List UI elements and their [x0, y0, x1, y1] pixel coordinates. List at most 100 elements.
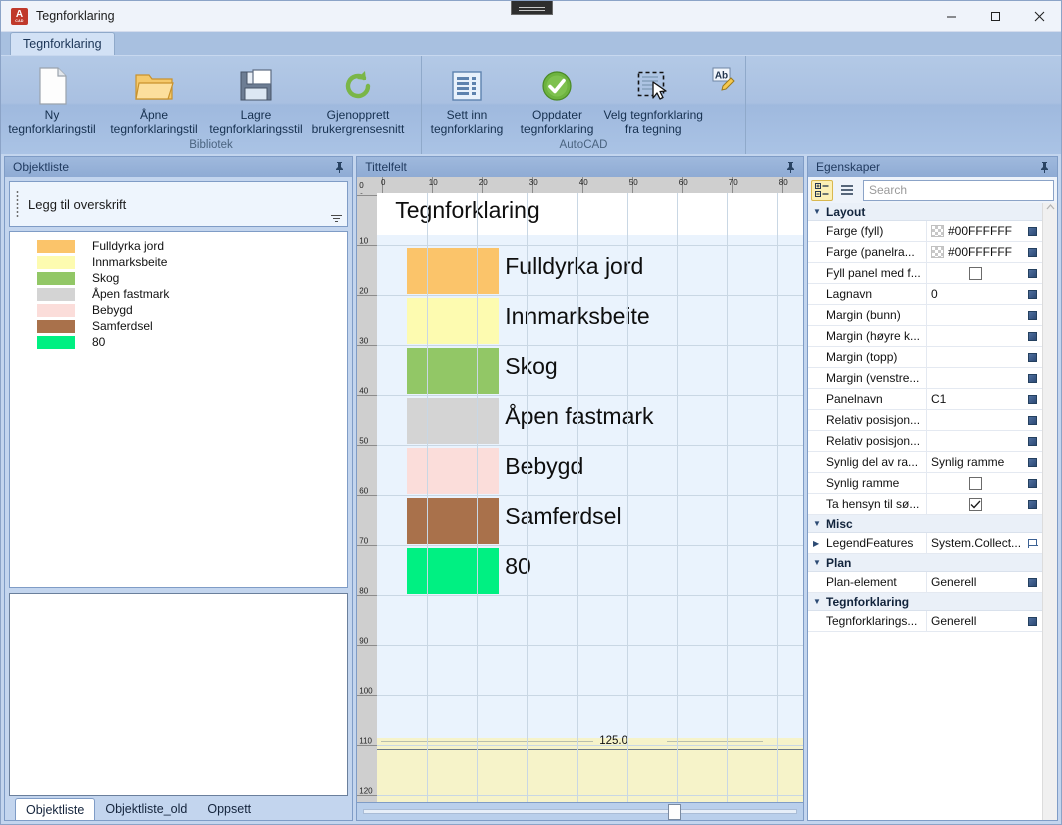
table-row[interactable]: Plan-element Generell: [808, 571, 1042, 593]
table-row[interactable]: Synlig ramme: [808, 472, 1042, 494]
property-editor-button[interactable]: [1023, 410, 1042, 431]
close-button[interactable]: [1017, 1, 1061, 32]
property-category-tegnforklaring[interactable]: ▼ Tegnforklaring: [808, 593, 1042, 611]
property-editor-button[interactable]: [1023, 242, 1042, 263]
slider-track[interactable]: [363, 809, 797, 814]
property-value[interactable]: [926, 493, 1023, 515]
legend-swatch[interactable]: [407, 348, 500, 394]
property-value[interactable]: [926, 325, 1023, 347]
property-editor-button[interactable]: [1023, 326, 1042, 347]
property-editor-button[interactable]: [1023, 431, 1042, 452]
checkbox-unchecked[interactable]: [968, 476, 982, 490]
table-row[interactable]: Ta hensyn til sø...: [808, 493, 1042, 515]
legend-label[interactable]: Fulldyrka jord: [505, 253, 643, 280]
property-editor-button[interactable]: [1023, 305, 1042, 326]
pin-icon[interactable]: [784, 161, 797, 174]
collapse-icon[interactable]: [330, 213, 342, 223]
property-name-expandable[interactable]: ▶ LegendFeatures: [808, 536, 926, 550]
property-category-misc[interactable]: ▼ Misc: [808, 515, 1042, 533]
property-value[interactable]: [926, 304, 1023, 326]
ribbon-button-sett-inn-tegnforklaring[interactable]: Sett inn tegnforklaring: [422, 62, 512, 136]
property-editor-button[interactable]: [1023, 284, 1042, 305]
list-item[interactable]: Fulldyrka jord: [10, 238, 347, 254]
ribbon-button-gjenopprett-brukergrensesnitt[interactable]: Gjenopprett brukergrensesnitt: [307, 62, 409, 136]
legend-swatch[interactable]: [407, 498, 500, 544]
lower-detail-box[interactable]: [9, 593, 349, 796]
property-editor-button[interactable]: [1023, 473, 1042, 494]
property-editor-button[interactable]: [1023, 347, 1042, 368]
list-item[interactable]: 80: [10, 334, 347, 350]
legend-label[interactable]: Skog: [505, 353, 557, 380]
list-item[interactable]: Bebygd: [10, 302, 347, 318]
table-row[interactable]: Synlig del av ra... Synlig ramme: [808, 451, 1042, 473]
properties-scrollbar[interactable]: [1042, 203, 1057, 820]
drawing-canvas[interactable]: 125.0 Tegnforklaring Fulldyrka jord Innm…: [377, 193, 803, 802]
property-value[interactable]: Generell: [926, 610, 1023, 632]
slider-thumb[interactable]: [668, 804, 682, 820]
property-value[interactable]: [926, 367, 1023, 389]
table-row[interactable]: Relativ posisjon...: [808, 430, 1042, 452]
maximize-button[interactable]: [973, 1, 1017, 32]
property-category-layout[interactable]: ▼ Layout: [808, 203, 1042, 221]
window-drag-handle[interactable]: [511, 1, 553, 15]
legend-swatch[interactable]: [407, 398, 500, 444]
legend-swatch[interactable]: [407, 548, 500, 594]
list-item[interactable]: Skog: [10, 270, 347, 286]
property-editor-button[interactable]: [1023, 611, 1042, 632]
property-editor-button[interactable]: [1023, 494, 1042, 515]
property-editor-button[interactable]: [1023, 389, 1042, 410]
property-value[interactable]: System.Collect...: [926, 532, 1023, 554]
property-value[interactable]: 0: [926, 283, 1023, 305]
tab-oppsett[interactable]: Oppsett: [197, 798, 261, 820]
list-item[interactable]: Samferdsel: [10, 318, 347, 334]
property-value[interactable]: [926, 262, 1023, 284]
list-item[interactable]: Innmarksbeite: [10, 254, 347, 270]
property-value[interactable]: [926, 472, 1023, 494]
ribbon-button-ab-edit[interactable]: Ab: [704, 62, 745, 94]
legend-swatch[interactable]: [407, 448, 500, 494]
horizontal-ruler[interactable]: 0 10 20 30 40 50 60 70 80: [377, 177, 803, 193]
property-editor-button[interactable]: [1023, 368, 1042, 389]
pin-icon[interactable]: [333, 161, 346, 174]
table-row[interactable]: Fyll panel med f...: [808, 262, 1042, 284]
property-category-plan[interactable]: ▼ Plan: [808, 554, 1042, 572]
header-dropzone[interactable]: Legg til overskrift: [9, 181, 349, 227]
canvas-horizontal-slider[interactable]: [357, 802, 803, 820]
table-row[interactable]: Tegnforklarings... Generell: [808, 610, 1042, 632]
checkbox-unchecked[interactable]: [968, 266, 982, 280]
table-row[interactable]: Margin (høyre k...: [808, 325, 1042, 347]
legend-label[interactable]: Samferdsel: [505, 503, 621, 530]
table-row[interactable]: Lagnavn 0: [808, 283, 1042, 305]
table-row[interactable]: Farge (fyll) #00FFFFFF: [808, 220, 1042, 242]
property-editor-button[interactable]: [1023, 221, 1042, 242]
drag-grip-icon[interactable]: [16, 190, 19, 218]
legend-title[interactable]: Tegnforklaring: [395, 197, 539, 224]
checkbox-checked[interactable]: [968, 497, 982, 511]
object-list[interactable]: Fulldyrka jord Innmarksbeite Skog Åpen f…: [9, 231, 349, 588]
property-editor-button[interactable]: [1023, 263, 1042, 284]
table-row[interactable]: ▶ LegendFeatures System.Collect...: [808, 532, 1042, 554]
property-editor-button[interactable]: [1023, 572, 1042, 593]
list-item[interactable]: Åpen fastmark: [10, 286, 347, 302]
property-value[interactable]: #00FFFFFF: [926, 241, 1023, 263]
table-row[interactable]: Margin (venstre...: [808, 367, 1042, 389]
property-value[interactable]: [926, 430, 1023, 452]
property-value[interactable]: [926, 409, 1023, 431]
tab-objektliste[interactable]: Objektliste: [15, 798, 96, 820]
property-value[interactable]: #00FFFFFF: [926, 220, 1023, 242]
chevron-right-icon[interactable]: ▶: [813, 539, 822, 548]
property-editor-button[interactable]: [1023, 533, 1042, 554]
property-value[interactable]: C1: [926, 388, 1023, 410]
legend-swatch[interactable]: [407, 298, 500, 344]
ribbon-button-velg-tegnforklaring-fra-tegning[interactable]: Velg tegnforklaring fra tegning: [602, 62, 704, 136]
property-value[interactable]: [926, 346, 1023, 368]
table-row[interactable]: Margin (bunn): [808, 304, 1042, 326]
vertical-ruler[interactable]: 0 10 20 30 40 50 60 70 80 90 100 110 120: [357, 193, 378, 802]
ribbon-button-ny-tegnforklaringstil[interactable]: Ny tegnforklaringstil: [1, 62, 103, 136]
ribbon-button-lagre-tegnforklaringsstil[interactable]: Lagre tegnforklaringsstil: [205, 62, 307, 136]
table-row[interactable]: Margin (topp): [808, 346, 1042, 368]
legend-swatch[interactable]: [407, 248, 500, 294]
property-value[interactable]: Generell: [926, 571, 1023, 593]
table-row[interactable]: Farge (panelra... #00FFFFFF: [808, 241, 1042, 263]
alphabetical-view-icon[interactable]: [836, 180, 858, 201]
